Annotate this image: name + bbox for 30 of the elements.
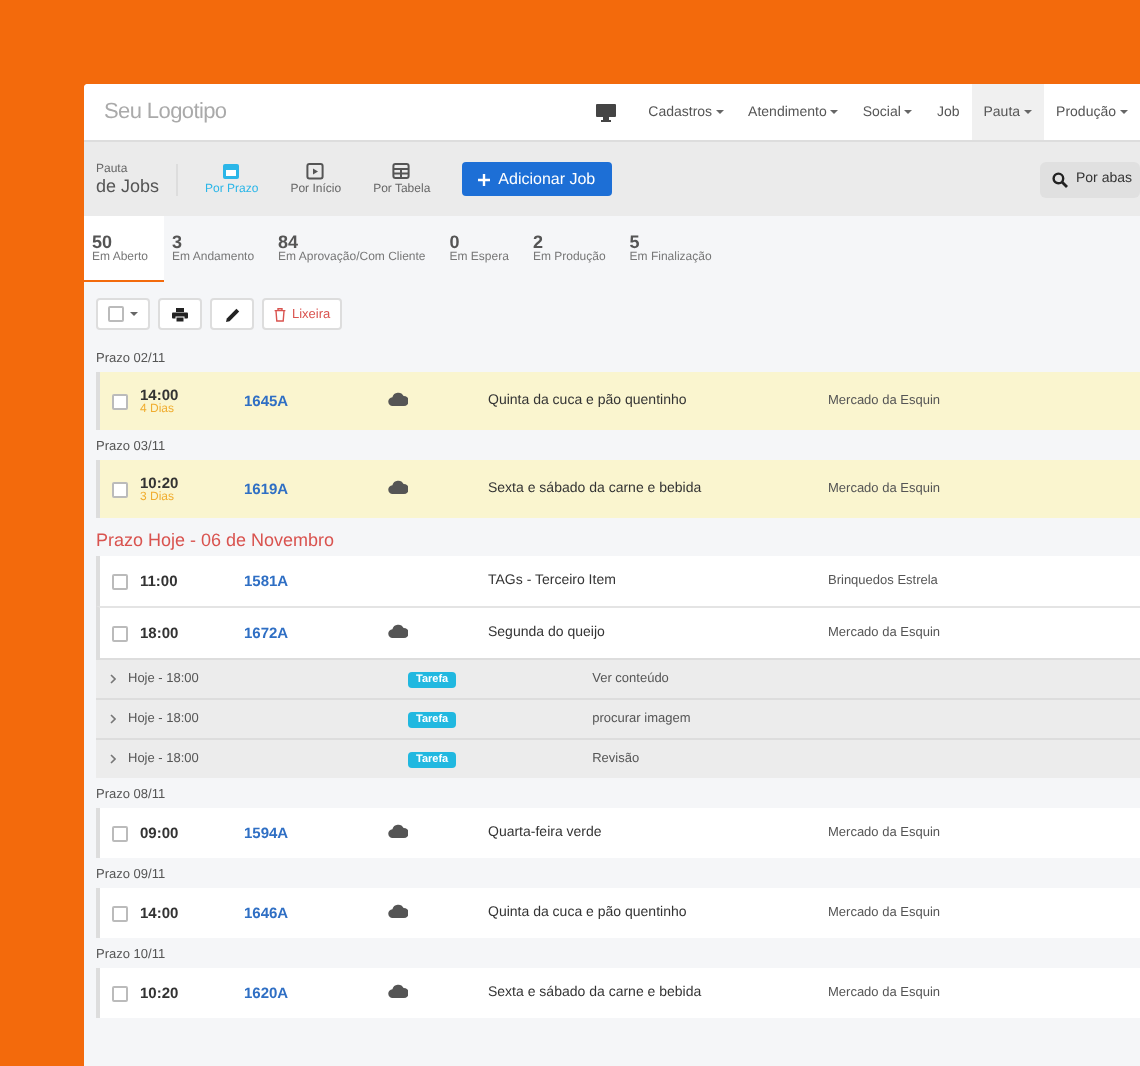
- table-icon: [392, 162, 411, 180]
- row-checkbox[interactable]: [112, 481, 128, 497]
- row-checkbox[interactable]: [112, 625, 128, 641]
- deadline-heading: Prazo Hoje - 06 de Novembro: [94, 528, 337, 554]
- row-checkbox[interactable]: [112, 985, 128, 1001]
- cloud-icon: [388, 984, 408, 998]
- edit-button[interactable]: [210, 298, 254, 330]
- chevron-icon: [109, 754, 115, 764]
- cloud-icon: [388, 392, 408, 406]
- row-checkbox[interactable]: [112, 573, 128, 589]
- page-title: de Jobs: [96, 175, 160, 195]
- cloud-icon: [388, 824, 408, 838]
- search-icon: [1052, 171, 1068, 187]
- chevron-icon: [109, 714, 115, 724]
- print-button[interactable]: [158, 298, 202, 330]
- plus-icon: [478, 173, 491, 185]
- chevron-icon: [109, 674, 115, 684]
- cloud-icon: [388, 904, 408, 918]
- calendar-icon: [222, 162, 241, 180]
- trash-icon: [274, 307, 286, 321]
- row-checkbox[interactable]: [112, 393, 128, 409]
- pencil-icon: [225, 307, 239, 321]
- print-icon: [172, 307, 188, 321]
- row-checkbox[interactable]: [112, 905, 128, 921]
- add-job-button[interactable]: Adicionar Job: [462, 162, 612, 196]
- row-checkbox[interactable]: [112, 825, 128, 841]
- cloud-icon: [388, 624, 408, 638]
- monitor-icon[interactable]: [596, 103, 617, 121]
- play-icon: [306, 162, 325, 180]
- cloud-icon: [388, 480, 408, 494]
